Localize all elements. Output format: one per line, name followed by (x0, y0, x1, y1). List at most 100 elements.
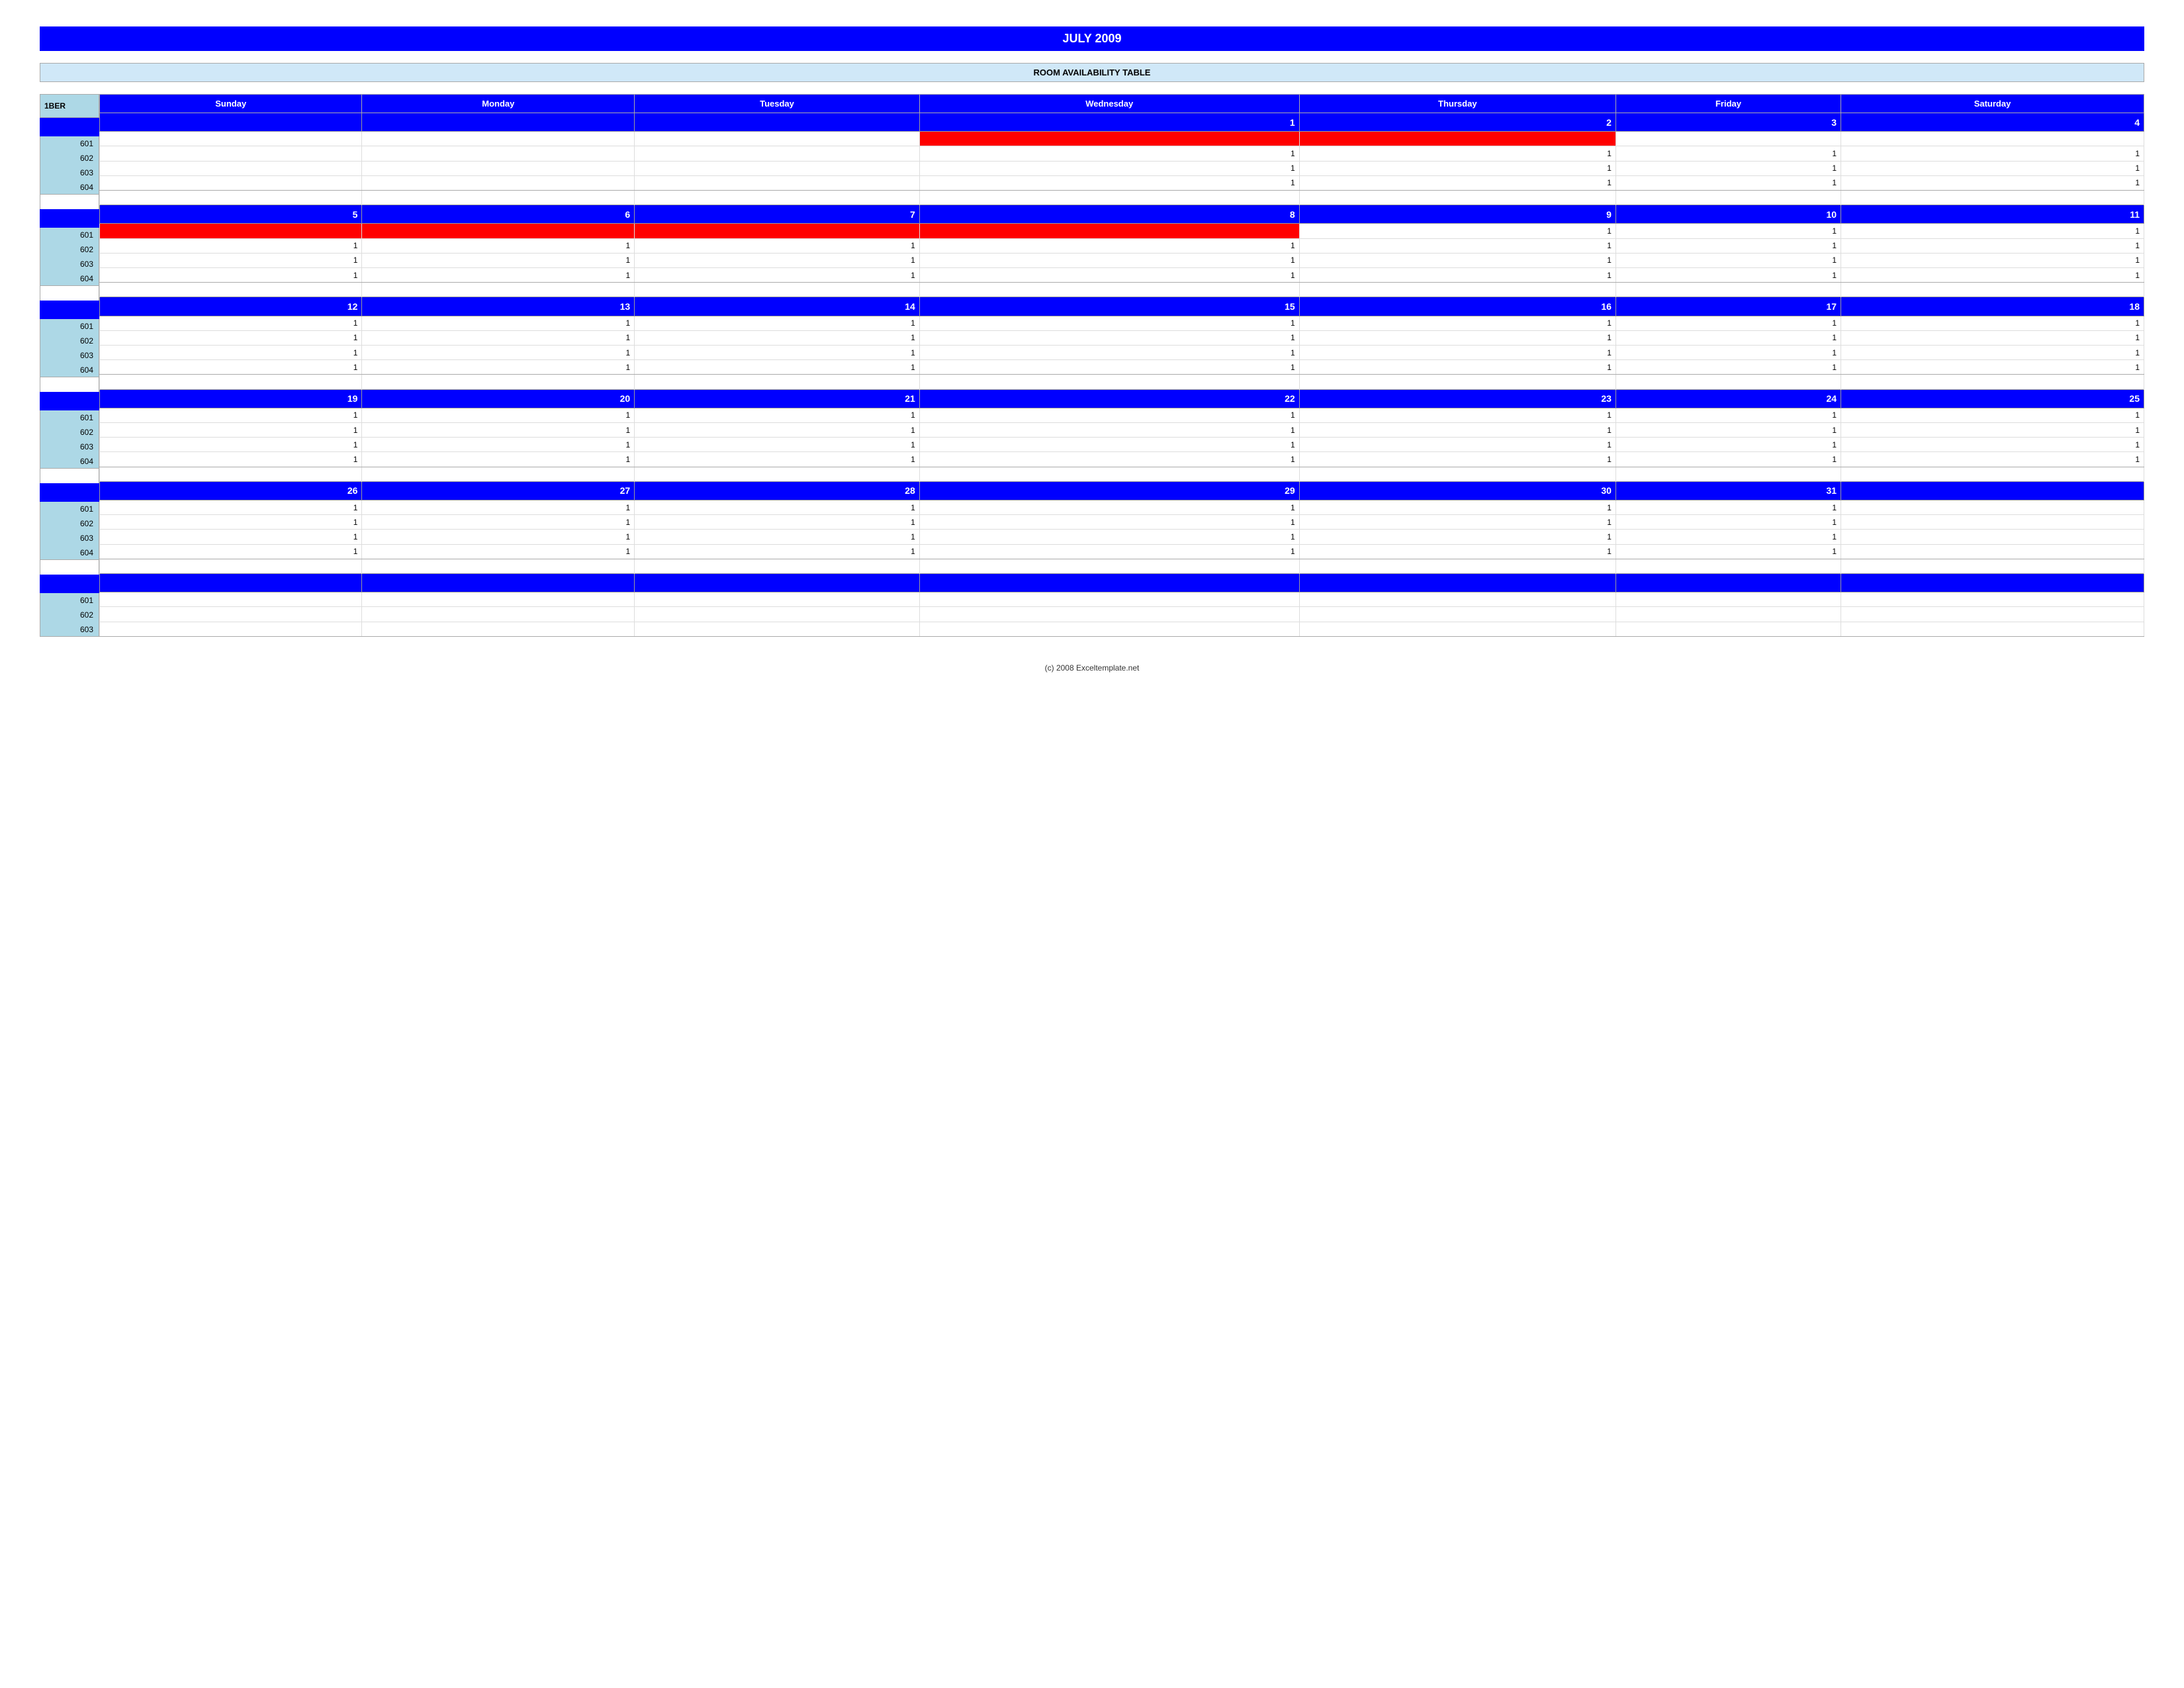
room-number-label: 603 (40, 257, 99, 271)
room-cell (919, 592, 1299, 607)
room-cell (362, 161, 635, 175)
room-cell: 1 (100, 330, 362, 345)
week-label-row-0 (40, 118, 99, 136)
room-cell: 1 (1841, 268, 2144, 283)
room-number-label: 604 (40, 271, 99, 286)
room-cell (362, 607, 635, 622)
room-cell (362, 592, 635, 607)
room-cell: 1 (635, 238, 920, 253)
room-cell: 1 (1615, 423, 1841, 438)
day-header-tuesday: Tuesday (635, 95, 920, 113)
room-cell: 1 (635, 438, 920, 452)
date-cell: 9 (1299, 205, 1615, 224)
date-cell (362, 573, 635, 592)
room-label-spacer (40, 560, 99, 575)
date-cell (1615, 573, 1841, 592)
date-cell: 12 (100, 297, 362, 316)
room-cell: 1 (100, 515, 362, 530)
room-cell: 1 (362, 452, 635, 467)
room-cell: 1 (1841, 253, 2144, 267)
room-cell: 1 (1615, 530, 1841, 544)
room-cell: 1 (1841, 452, 2144, 467)
room-number-label: 601 (40, 593, 99, 608)
room-cell: 1 (1841, 161, 2144, 175)
room-number-label: 601 (40, 228, 99, 242)
room-data-row: 1111111 (100, 253, 2144, 267)
room-cell: 1 (362, 238, 635, 253)
room-cell: 1 (100, 452, 362, 467)
date-cell: 7 (635, 205, 920, 224)
room-data-row (100, 592, 2144, 607)
room-cell: 1 (1615, 330, 1841, 345)
room-cell: 1 (1615, 146, 1841, 161)
room-cell: 1 (635, 544, 920, 559)
room-cell: 1 (919, 360, 1299, 375)
spacer-row (100, 283, 2144, 297)
room-cell: 1 (1299, 360, 1615, 375)
room-cell (1841, 592, 2144, 607)
week-date-row-3: 19202122232425 (100, 389, 2144, 408)
room-cell: 1 (1299, 238, 1615, 253)
room-label-header: 1BER (40, 94, 99, 118)
room-cell (100, 146, 362, 161)
room-number-label: 603 (40, 165, 99, 180)
date-cell: 21 (635, 389, 920, 408)
room-cell: 1 (1299, 316, 1615, 330)
page-title: JULY 2009 (1062, 32, 1121, 45)
room-cell: 1 (919, 330, 1299, 345)
room-number-label: 601 (40, 502, 99, 516)
room-data-row: 1111111 (100, 268, 2144, 283)
room-cell (1615, 622, 1841, 636)
room-cell (100, 592, 362, 607)
room-data-row: 1111111 (100, 330, 2144, 345)
week-label-row-5 (40, 575, 99, 593)
room-number-label: 602 (40, 516, 99, 531)
date-cell (100, 573, 362, 592)
room-cell: 1 (1299, 500, 1615, 515)
subtitle-bar: ROOM AVAILABILITY TABLE (40, 63, 2144, 82)
room-cell: 1 (1299, 161, 1615, 175)
room-data-row: 1111111 (100, 452, 2144, 467)
room-data-row: 1111111 (100, 316, 2144, 330)
room-cell: 1 (1615, 360, 1841, 375)
room-cell: 1 (1299, 544, 1615, 559)
date-cell (362, 113, 635, 132)
room-cell: 1 (100, 268, 362, 283)
room-data-row: 1111111 (100, 408, 2144, 422)
room-cell (635, 146, 920, 161)
room-cell: 1 (100, 530, 362, 544)
date-cell: 25 (1841, 389, 2144, 408)
day-header-wednesday: Wednesday (919, 95, 1299, 113)
room-cell: 1 (919, 408, 1299, 422)
room-cell (1299, 622, 1615, 636)
room-cell: 1 (1299, 438, 1615, 452)
room-cell: 1 (1299, 452, 1615, 467)
day-header-sunday: Sunday (100, 95, 362, 113)
room-number-label: 601 (40, 136, 99, 151)
room-label-spacer (40, 286, 99, 301)
room-cell: 1 (1841, 238, 2144, 253)
room-number-label: 603 (40, 531, 99, 545)
room-cell: 1 (362, 408, 635, 422)
room-cell (919, 607, 1299, 622)
room-data-row: 1111111 (100, 238, 2144, 253)
room-cell: 1 (1299, 253, 1615, 267)
room-cell: 1 (635, 268, 920, 283)
room-cell (100, 607, 362, 622)
spacer-row (100, 467, 2144, 481)
date-cell: 22 (919, 389, 1299, 408)
room-number-label: 601 (40, 319, 99, 334)
room-cell: 1 (362, 268, 635, 283)
room-cell: 1 (635, 452, 920, 467)
date-cell: 4 (1841, 113, 2144, 132)
week-label-row-2 (40, 301, 99, 319)
date-cell: 26 (100, 481, 362, 500)
room-cell: 1 (1299, 330, 1615, 345)
room-cell: 1 (100, 423, 362, 438)
date-cell: 11 (1841, 205, 2144, 224)
room-cell: 1 (919, 253, 1299, 267)
week-date-row-0: 1234 (100, 113, 2144, 132)
calendar-table: SundayMondayTuesdayWednesdayThursdayFrid… (99, 94, 2144, 637)
room-cell: 1 (100, 238, 362, 253)
room-cell (635, 224, 920, 238)
